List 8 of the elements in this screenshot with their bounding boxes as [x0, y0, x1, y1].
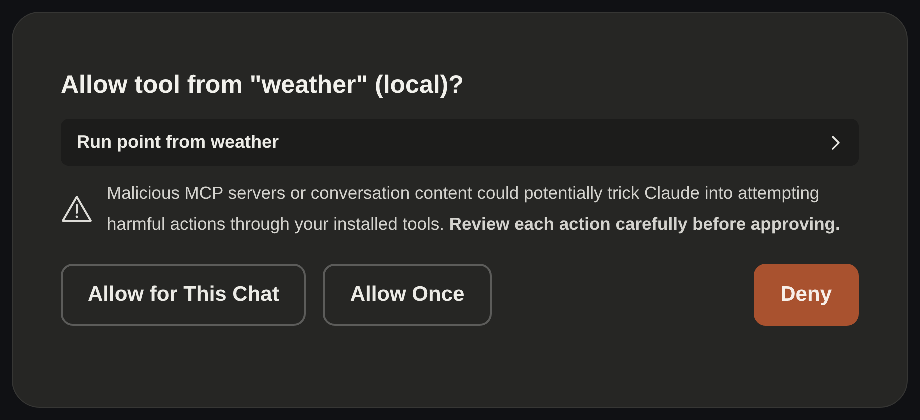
dialog-title: Allow tool from "weather" (local)?	[61, 70, 465, 101]
deny-button[interactable]: Deny	[754, 264, 859, 326]
tool-call-row[interactable]: Run point from weather	[61, 119, 859, 166]
allow-button[interactable]: Allow for This Chat	[61, 264, 306, 326]
warning-text: Malicious MCP servers or conversation content could potentially trick Claude into attempting harmful actions through your installed tools. Review each action carefully before approving.	[107, 182, 842, 236]
chevron-icon	[829, 134, 843, 150]
allow-button[interactable]: Allow Once	[323, 264, 492, 326]
warning-icon	[61, 195, 93, 223]
